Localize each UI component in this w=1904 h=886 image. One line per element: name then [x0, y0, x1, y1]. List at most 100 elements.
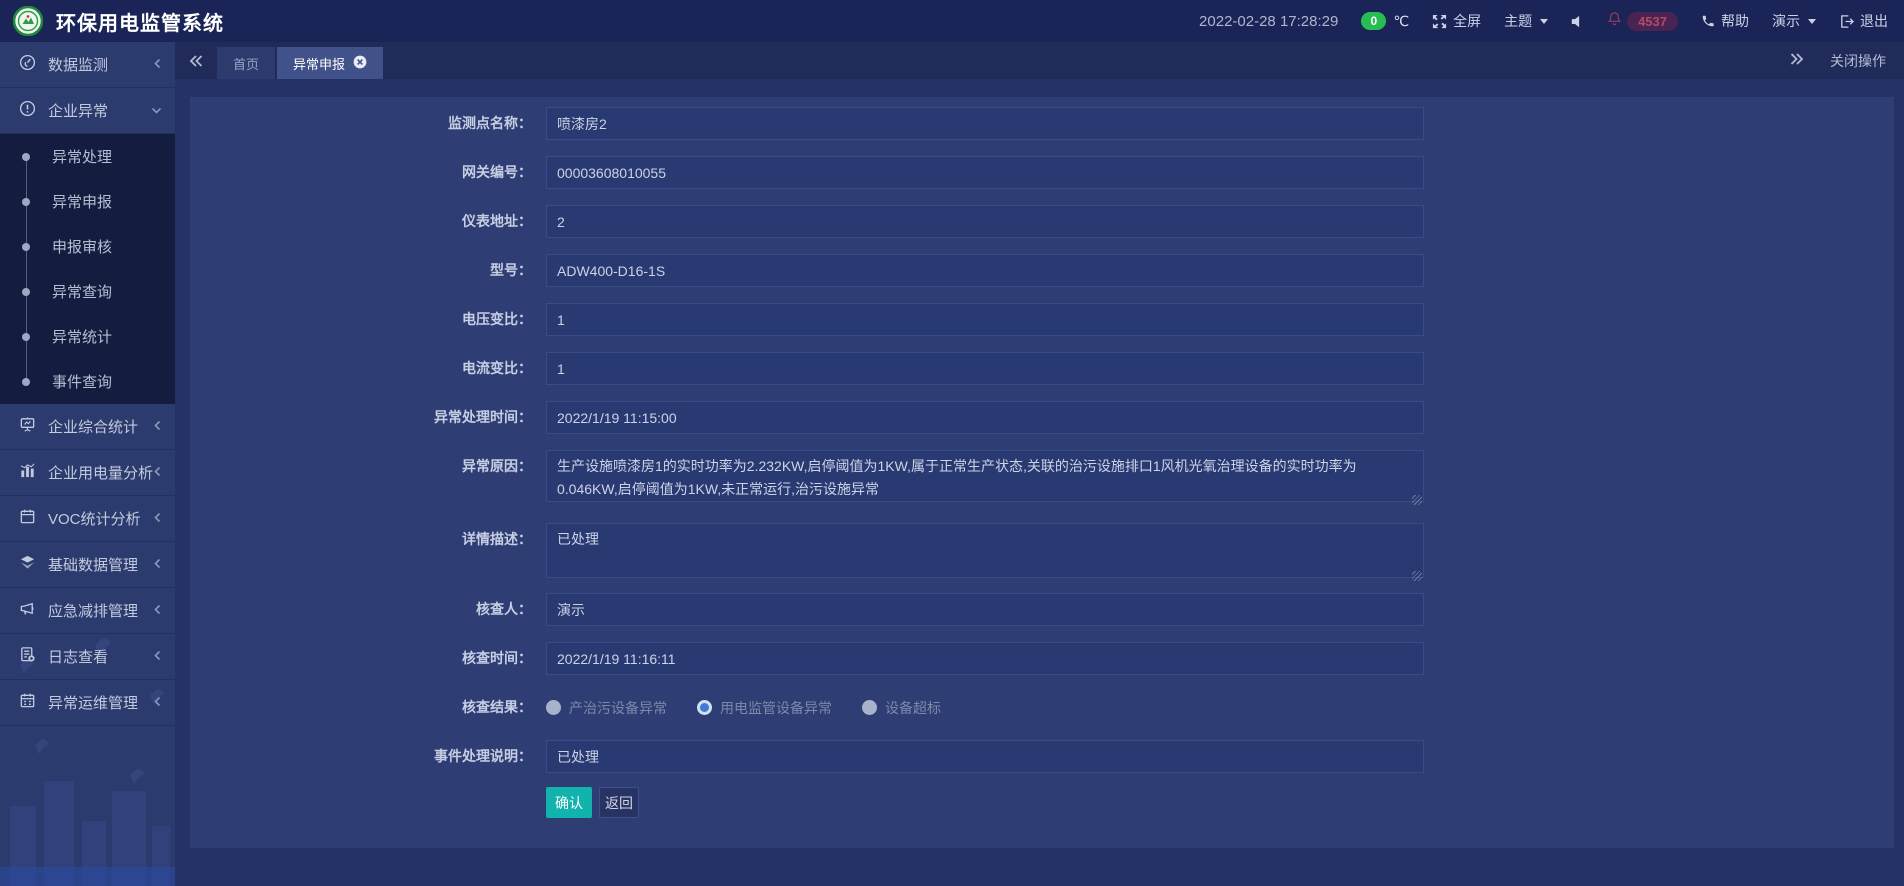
back-button[interactable]: 返回 — [599, 787, 639, 818]
tabs-scroll-left-button[interactable] — [175, 42, 217, 79]
abnormal-declare-form-panel: 监测点名称： 网关编号： 仪表地址： 型号： 电压变比： 电流变比： 异常处理时… — [190, 97, 1894, 848]
help-label: 帮助 — [1721, 11, 1749, 31]
mute-button[interactable] — [1571, 15, 1584, 28]
demo-user-dropdown[interactable]: 演示 — [1772, 11, 1816, 31]
sidebar-subitem-abnormal-query[interactable]: 异常查询 — [0, 269, 175, 314]
app-header: 环保用电监管系统 2022-02-28 17:28:29 0 ℃ 全屏 主题 — [0, 0, 1904, 42]
field-label: 电流变比： — [190, 352, 546, 385]
chevron-left-icon — [153, 418, 162, 435]
sidebar-item-label: 数据监测 — [48, 54, 108, 75]
sidebar-bottom-strip — [0, 867, 175, 886]
sidebar-item-power-analysis[interactable]: 企业用电量分析 — [0, 450, 175, 496]
form-actions: 确认 返回 — [546, 787, 1894, 818]
layers-icon — [19, 554, 36, 575]
sidebar-subitem-abnormal-handle[interactable]: 异常处理 — [0, 134, 175, 179]
tabs-scroll-right-button[interactable] — [1790, 52, 1804, 70]
subitem-label: 异常查询 — [52, 281, 112, 302]
sidebar-item-label: VOC统计分析 — [48, 508, 141, 529]
radio-label: 产治污设备异常 — [569, 698, 667, 718]
radio-icon — [546, 700, 561, 715]
chevron-down-icon — [1808, 19, 1816, 24]
tabbar-right-controls: 关闭操作 — [1790, 42, 1904, 79]
bell-icon — [1607, 11, 1622, 31]
form-row: 仪表地址： — [190, 205, 1894, 238]
main-content: 监测点名称： 网关编号： 仪表地址： 型号： 电压变比： 电流变比： 异常处理时… — [175, 79, 1904, 886]
tab-abnormal-declare[interactable]: 异常申报 — [277, 47, 383, 79]
voltage-ratio-input[interactable] — [546, 303, 1424, 336]
sidebar-item-label: 企业综合统计 — [48, 416, 138, 437]
detail-description-textarea[interactable]: 已处理 — [546, 523, 1424, 578]
gateway-number-input[interactable] — [546, 156, 1424, 189]
form-row: 核查结果： 产治污设备异常 用电监管设备异常 设备超标 — [190, 691, 1894, 724]
subitem-label: 异常处理 — [52, 146, 112, 167]
chevron-left-icon — [153, 648, 162, 665]
radio-label: 设备超标 — [885, 698, 941, 718]
monitor-point-name-input[interactable] — [546, 107, 1424, 140]
form-row: 电流变比： — [190, 352, 1894, 385]
page-title: 环保用电监管系统 — [56, 7, 224, 36]
radio-option-device-over-limit[interactable]: 设备超标 — [862, 698, 941, 718]
field-label: 型号： — [190, 254, 546, 287]
form-row: 异常原因： 生产设施喷漆房1的实时功率为2.232KW,启停阈值为1KW,属于正… — [190, 450, 1894, 507]
logout-icon — [1839, 14, 1854, 29]
tab-home[interactable]: 首页 — [217, 47, 275, 79]
sidebar-item-enterprise-stats[interactable]: 企业综合统计 — [0, 404, 175, 450]
sidebar-subitem-abnormal-stats[interactable]: 异常统计 — [0, 314, 175, 359]
chevron-left-icon — [153, 556, 162, 573]
form-row: 监测点名称： — [190, 107, 1894, 140]
field-label: 核查结果： — [190, 691, 546, 724]
sidebar-item-label: 日志查看 — [48, 646, 108, 667]
field-label: 监测点名称： — [190, 107, 546, 140]
temperature-badge: 0 — [1361, 12, 1386, 30]
sidebar-subitem-abnormal-declare[interactable]: 异常申报 — [0, 179, 175, 224]
sidebar-item-log-view[interactable]: 日志查看 — [0, 634, 175, 680]
field-label: 异常原因： — [190, 450, 546, 507]
sidebar-item-label: 企业异常 — [48, 100, 108, 121]
logout-button[interactable]: 退出 — [1839, 11, 1888, 31]
subitem-label: 异常申报 — [52, 191, 112, 212]
form-row: 事件处理说明： — [190, 740, 1894, 773]
form-row: 电压变比： — [190, 303, 1894, 336]
sidebar-item-enterprise-abnormal[interactable]: 企业异常 — [0, 88, 175, 134]
abnormal-reason-textarea[interactable]: 生产设施喷漆房1的实时功率为2.232KW,启停阈值为1KW,属于正常生产状态,… — [546, 450, 1424, 502]
confirm-button[interactable]: 确认 — [546, 787, 592, 818]
notifications-button[interactable]: 4537 — [1607, 11, 1678, 31]
form-row: 详情描述： 已处理 — [190, 523, 1894, 583]
tab-close-icon[interactable] — [353, 55, 367, 72]
alert-circle-icon — [19, 100, 36, 121]
current-ratio-input[interactable] — [546, 352, 1424, 385]
event-handle-note-input[interactable] — [546, 740, 1424, 773]
field-label: 核查时间： — [190, 642, 546, 675]
field-label: 仪表地址： — [190, 205, 546, 238]
theme-dropdown[interactable]: 主题 — [1504, 11, 1548, 31]
help-button[interactable]: 帮助 — [1701, 11, 1749, 31]
fullscreen-button[interactable]: 全屏 — [1432, 11, 1481, 31]
abnormal-handle-time-input[interactable] — [546, 401, 1424, 434]
bar-chart-icon — [19, 462, 36, 483]
check-time-input[interactable] — [546, 642, 1424, 675]
sidebar-subitem-event-query[interactable]: 事件查询 — [0, 359, 175, 404]
sidebar-item-data-monitor[interactable]: 数据监测 — [0, 42, 175, 88]
meter-address-input[interactable] — [546, 205, 1424, 238]
sidebar-submenu-enterprise-abnormal: 异常处理 异常申报 申报审核 异常查询 异常统计 事件查询 — [0, 134, 175, 404]
sidebar-subitem-declare-audit[interactable]: 申报审核 — [0, 224, 175, 269]
sidebar-item-base-data[interactable]: 基础数据管理 — [0, 542, 175, 588]
temperature-indicator: 0 ℃ — [1361, 12, 1409, 30]
form-row: 异常处理时间： — [190, 401, 1894, 434]
fullscreen-icon — [1432, 14, 1447, 29]
form-row: 型号： — [190, 254, 1894, 287]
close-operations-button[interactable]: 关闭操作 — [1830, 51, 1886, 71]
header-toolbar: 2022-02-28 17:28:29 0 ℃ 全屏 主题 — [1199, 11, 1904, 31]
sidebar-item-emergency-reduce[interactable]: 应急减排管理 — [0, 588, 175, 634]
radio-option-power-monitor-device[interactable]: 用电监管设备异常 — [697, 698, 832, 718]
radio-label: 用电监管设备异常 — [720, 698, 832, 718]
checker-input[interactable] — [546, 593, 1424, 626]
chevron-left-icon — [153, 602, 162, 619]
model-input[interactable] — [546, 254, 1424, 287]
radio-option-pollution-device[interactable]: 产治污设备异常 — [546, 698, 667, 718]
sidebar-item-ops-manage[interactable]: 异常运维管理 — [0, 680, 175, 726]
field-label: 核查人： — [190, 593, 546, 626]
sidebar-item-label: 企业用电量分析 — [48, 462, 153, 483]
sidebar-item-voc-analysis[interactable]: VOC统计分析 — [0, 496, 175, 542]
notification-count-badge: 4537 — [1627, 12, 1678, 31]
